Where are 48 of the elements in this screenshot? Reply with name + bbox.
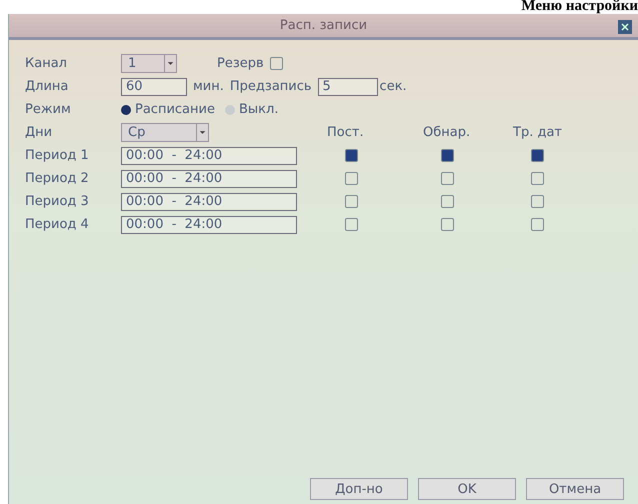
field-label: Канал (25, 56, 68, 71)
field-label: Предзапись (230, 79, 312, 94)
window-title: Расп. записи (280, 18, 368, 33)
checkbox[interactable] (441, 218, 454, 231)
unit-label: мин. (193, 79, 224, 94)
checkbox[interactable] (345, 195, 358, 208)
period-label: Период 4 (25, 217, 90, 232)
field-label: Резерв (217, 56, 264, 71)
caret-icon (196, 124, 208, 141)
length-field[interactable]: 60 (121, 78, 187, 96)
field-label: Длина (25, 79, 70, 94)
unit-label: сек. (380, 79, 407, 94)
close-icon[interactable] (618, 20, 632, 34)
period-label: Период 1 (25, 148, 90, 163)
period-label: Период 2 (25, 171, 90, 186)
checkbox[interactable] (345, 218, 358, 231)
reserve-checkbox[interactable] (270, 57, 283, 70)
column-header: Пост. (327, 125, 365, 140)
dialog-button[interactable]: Отмена (526, 478, 624, 500)
document-caption: Меню настройки (521, 0, 638, 14)
radio-label: Расписание (135, 102, 215, 117)
channel-dropdown[interactable]: 1 (121, 54, 177, 73)
checkbox[interactable] (531, 195, 544, 208)
prerecord-field[interactable]: 5 (318, 78, 378, 96)
dialog-button[interactable]: OK (418, 478, 516, 500)
days-dropdown[interactable]: Ср (121, 123, 209, 142)
checkbox[interactable] (345, 172, 358, 185)
period-label: Период 3 (25, 194, 90, 209)
radio-label: Выкл. (238, 102, 278, 117)
checkbox[interactable] (531, 172, 544, 185)
checkbox[interactable] (345, 149, 358, 162)
radio-button[interactable] (121, 104, 131, 114)
field-label: Режим (25, 102, 72, 117)
checkbox[interactable] (531, 149, 544, 162)
time-range-field[interactable]: 00:00 - 24:00 (121, 146, 297, 164)
checkbox[interactable] (441, 172, 454, 185)
dialog-button[interactable]: Доп-но (310, 478, 408, 500)
checkbox[interactable] (441, 149, 454, 162)
column-header: Обнар. (423, 125, 472, 140)
caret-icon (164, 55, 176, 72)
checkbox[interactable] (441, 195, 454, 208)
column-header: Тр. дат (513, 125, 563, 140)
radio-button[interactable] (224, 104, 235, 114)
field-label: Дни (25, 125, 54, 140)
time-range-field[interactable]: 00:00 - 24:00 (121, 216, 297, 234)
checkbox[interactable] (531, 218, 544, 231)
time-range-field[interactable]: 00:00 - 24:00 (121, 192, 297, 210)
time-range-field[interactable]: 00:00 - 24:00 (121, 170, 297, 188)
